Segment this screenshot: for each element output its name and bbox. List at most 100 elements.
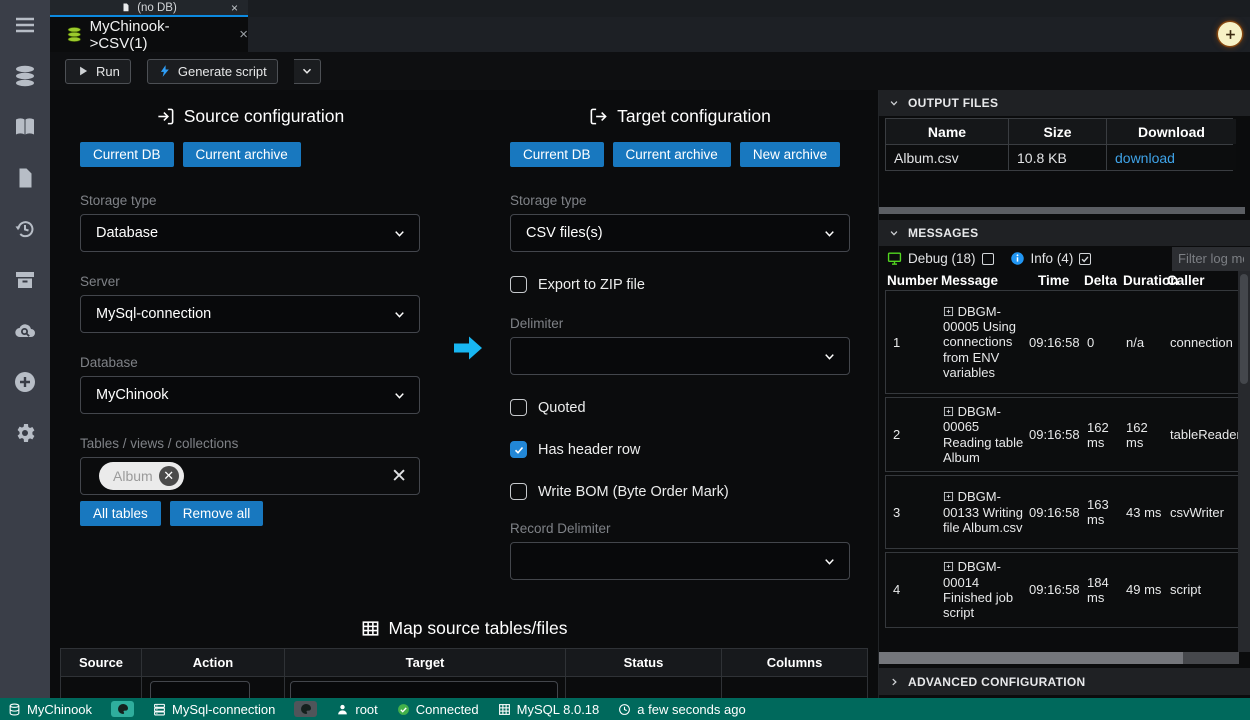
debug-count-label: Debug (18) (908, 251, 976, 266)
has-header-checkbox-row[interactable]: Has header row (510, 441, 850, 458)
messages-horizontal-scrollbar[interactable] (879, 652, 1239, 664)
run-button[interactable]: Run (65, 59, 131, 84)
map-cell-source (61, 677, 141, 698)
file-icon[interactable] (12, 165, 38, 191)
source-current-archive-button[interactable]: Current archive (183, 142, 301, 167)
advanced-configuration-header[interactable]: ADVANCED CONFIGURATION (879, 668, 1250, 695)
source-to-target-arrow-icon (452, 335, 484, 361)
write-bom-checkbox-row[interactable]: Write BOM (Byte Order Mark) (510, 483, 850, 500)
source-storage-type-label: Storage type (80, 193, 420, 208)
right-panel: OUTPUT FILES Name Size Download Album.cs… (878, 90, 1250, 698)
source-current-db-button[interactable]: Current DB (80, 142, 174, 167)
title-bar: (no DB) × (50, 0, 1250, 17)
export-zip-checkbox-row[interactable]: Export to ZIP file (510, 276, 850, 293)
map-col-status: Status (566, 649, 721, 676)
messages-header[interactable]: MESSAGES (879, 220, 1250, 246)
map-col-columns: Columns (722, 649, 867, 676)
output-files-header[interactable]: OUTPUT FILES (879, 90, 1250, 116)
database-color-badge[interactable] (111, 701, 134, 717)
file-name: Album.csv (886, 145, 1008, 170)
remove-all-button[interactable]: Remove all (170, 501, 264, 526)
book-icon[interactable] (12, 114, 38, 140)
source-server-select[interactable]: MySql-connection (80, 295, 420, 333)
download-link[interactable]: download (1115, 150, 1175, 166)
add-circle-icon[interactable] (12, 369, 38, 395)
person-icon (336, 703, 349, 716)
target-current-db-button[interactable]: Current DB (510, 142, 604, 167)
map-target-input[interactable] (290, 681, 558, 698)
check-icon (1080, 254, 1090, 264)
delimiter-label: Delimiter (510, 316, 850, 331)
debug-checkbox[interactable] (982, 253, 994, 265)
has-header-checkbox[interactable] (510, 441, 527, 458)
status-database: MyChinook (8, 702, 92, 717)
target-new-archive-button[interactable]: New archive (740, 142, 840, 167)
output-files-scrollbar[interactable] (879, 207, 1245, 214)
palette-icon (117, 703, 129, 715)
left-sidebar (0, 0, 50, 698)
close-icon[interactable]: × (231, 2, 238, 14)
clear-selection-icon[interactable]: ✕ (391, 465, 407, 488)
status-connected: Connected (397, 702, 479, 717)
window-tab-nodb[interactable]: (no DB) × (50, 0, 248, 15)
files-col-size: Size (1009, 119, 1106, 144)
expand-icon[interactable] (943, 561, 954, 572)
map-table: Source Action Target Status Columns (60, 648, 868, 698)
expand-icon[interactable] (943, 406, 954, 417)
map-action-select[interactable] (150, 681, 250, 698)
table-grid-icon (498, 703, 511, 716)
tab-label: MyChinook->CSV(1) (90, 18, 225, 52)
map-col-source: Source (61, 649, 141, 676)
file-size: 10.8 KB (1009, 145, 1106, 170)
all-tables-button[interactable]: All tables (80, 501, 161, 526)
quoted-checkbox[interactable] (510, 399, 527, 416)
messages-table: Number Message Time Delta Duration Calle… (885, 271, 1239, 631)
source-tables-multiselect[interactable]: Album ✕ ✕ (80, 457, 420, 495)
target-current-archive-button[interactable]: Current archive (613, 142, 731, 167)
generate-script-button[interactable]: Generate script (147, 59, 278, 84)
message-row[interactable]: 3 DBGM-00133 Writing file Album.csv 09:1… (885, 475, 1239, 549)
palette-icon (300, 703, 312, 715)
message-row[interactable]: 2 DBGM-00065 Reading table Album 09:16:5… (885, 397, 1239, 472)
new-connection-button[interactable] (1218, 22, 1242, 46)
quoted-checkbox-row[interactable]: Quoted (510, 399, 850, 416)
delimiter-select[interactable] (510, 337, 850, 375)
window-tab-label: (no DB) (137, 2, 177, 14)
chevron-down-icon (823, 350, 836, 363)
expand-icon[interactable] (943, 306, 954, 317)
save-dropdown-button[interactable] (294, 59, 321, 84)
status-connection: MySql-connection (153, 702, 275, 717)
message-row[interactable]: 4 DBGM-00014 Finished job script 09:16:5… (885, 552, 1239, 627)
msg-col-message: Message (941, 273, 1026, 288)
chip-remove-icon[interactable]: ✕ (159, 466, 179, 486)
filter-log-input[interactable] (1172, 247, 1250, 271)
import-icon (156, 107, 175, 126)
gear-icon[interactable] (12, 420, 38, 446)
record-delimiter-select[interactable] (510, 542, 850, 580)
source-database-select[interactable]: MyChinook (80, 376, 420, 414)
database-nav-icon[interactable] (12, 63, 38, 89)
messages-vertical-scrollbar[interactable] (1238, 271, 1250, 652)
expand-icon[interactable] (943, 491, 954, 502)
menu-icon[interactable] (12, 12, 38, 38)
export-zip-checkbox[interactable] (510, 276, 527, 293)
map-col-action: Action (142, 649, 284, 676)
message-row[interactable]: 1 DBGM-00005 Using connections from ENV … (885, 290, 1239, 394)
chevron-right-icon (889, 677, 899, 687)
history-icon[interactable] (12, 216, 38, 242)
tab-close-icon[interactable]: × (239, 26, 248, 43)
map-col-target: Target (285, 649, 565, 676)
cloud-search-icon[interactable] (12, 318, 38, 344)
check-icon (513, 444, 525, 456)
target-storage-type-select[interactable]: CSV files(s) (510, 214, 850, 252)
output-files-table: Name Size Download Album.csv 10.8 KB dow… (885, 118, 1233, 171)
tab-mychinook-csv[interactable]: MyChinook->CSV(1) × (50, 17, 248, 52)
source-storage-type-select[interactable]: Database (80, 214, 420, 252)
connection-color-badge[interactable] (294, 701, 317, 717)
info-checkbox[interactable] (1079, 253, 1091, 265)
messages-filter-row: Debug (18) Info (4) (879, 246, 1250, 271)
generate-script-label: Generate script (178, 64, 267, 79)
write-bom-checkbox[interactable] (510, 483, 527, 500)
map-source-tables-section: Map source tables/files Source Action Ta… (50, 618, 878, 698)
archive-icon[interactable] (12, 267, 38, 293)
